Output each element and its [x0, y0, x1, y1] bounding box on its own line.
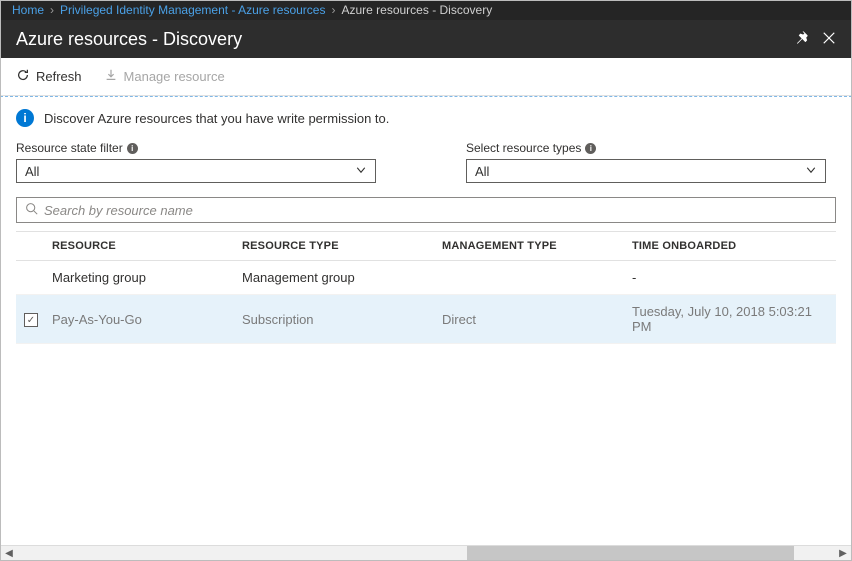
breadcrumb: Home › Privileged Identity Management - …	[0, 0, 852, 20]
cell-resource: Marketing group	[46, 261, 236, 295]
col-header-resource-type[interactable]: RESOURCE TYPE	[236, 232, 436, 261]
scroll-thumb[interactable]	[467, 546, 794, 560]
cell-management-type: Direct	[436, 295, 626, 344]
search-icon	[25, 202, 38, 218]
scroll-left-arrow[interactable]: ◀	[1, 545, 17, 561]
horizontal-scrollbar[interactable]: ◀ ▶	[1, 545, 851, 561]
manage-resource-button: Manage resource	[104, 68, 225, 85]
info-text: Discover Azure resources that you have w…	[44, 111, 389, 126]
breadcrumb-separator: ›	[50, 3, 54, 17]
resource-types-select[interactable]: All	[466, 159, 826, 183]
pin-icon[interactable]	[794, 29, 808, 50]
title-bar: Azure resources - Discovery	[0, 20, 852, 58]
chevron-down-icon	[805, 164, 817, 179]
page-title: Azure resources - Discovery	[16, 29, 242, 50]
manage-resource-label: Manage resource	[124, 69, 225, 84]
info-icon[interactable]: i	[127, 143, 138, 154]
breadcrumb-pim[interactable]: Privileged Identity Management - Azure r…	[60, 3, 325, 17]
cell-resource: Pay-As-You-Go	[46, 295, 236, 344]
table-row[interactable]: Marketing groupManagement group -	[16, 261, 836, 295]
scroll-right-arrow[interactable]: ▶	[835, 545, 851, 561]
col-header-time-onboarded[interactable]: TIME ONBOARDED	[626, 232, 836, 261]
search-box[interactable]	[16, 197, 836, 223]
toolbar: Refresh Manage resource	[0, 58, 852, 96]
breadcrumb-current: Azure resources - Discovery	[341, 3, 492, 17]
resource-state-filter-label: Resource state filter i	[16, 141, 376, 155]
scroll-track[interactable]	[17, 546, 835, 560]
resource-state-filter-select[interactable]: All	[16, 159, 376, 183]
info-icon[interactable]: i	[585, 143, 596, 154]
info-banner: i Discover Azure resources that you have…	[16, 109, 836, 127]
resource-state-filter-value: All	[25, 164, 39, 179]
row-checkbox[interactable]	[24, 313, 38, 327]
cell-management-type	[436, 261, 626, 295]
cell-resource-type: Management group	[236, 261, 436, 295]
chevron-down-icon	[355, 164, 367, 179]
col-header-resource[interactable]: RESOURCE	[46, 232, 236, 261]
breadcrumb-separator: ›	[331, 3, 335, 17]
cell-time-onboarded: Tuesday, July 10, 2018 5:03:21 PM	[626, 295, 836, 344]
close-icon[interactable]	[822, 29, 836, 50]
breadcrumb-home[interactable]: Home	[12, 3, 44, 17]
cell-time-onboarded: -	[626, 261, 836, 295]
refresh-icon	[16, 68, 30, 85]
resource-types-label: Select resource types i	[466, 141, 826, 155]
refresh-button[interactable]: Refresh	[16, 68, 82, 85]
resource-types-value: All	[475, 164, 489, 179]
cell-resource-type: Subscription	[236, 295, 436, 344]
resources-table: RESOURCE RESOURCE TYPE MANAGEMENT TYPE T…	[16, 231, 836, 344]
info-icon: i	[16, 109, 34, 127]
download-icon	[104, 68, 118, 85]
table-row[interactable]: Pay-As-You-GoSubscriptionDirectTuesday, …	[16, 295, 836, 344]
refresh-label: Refresh	[36, 69, 82, 84]
col-header-management-type[interactable]: MANAGEMENT TYPE	[436, 232, 626, 261]
search-input[interactable]	[44, 203, 827, 218]
